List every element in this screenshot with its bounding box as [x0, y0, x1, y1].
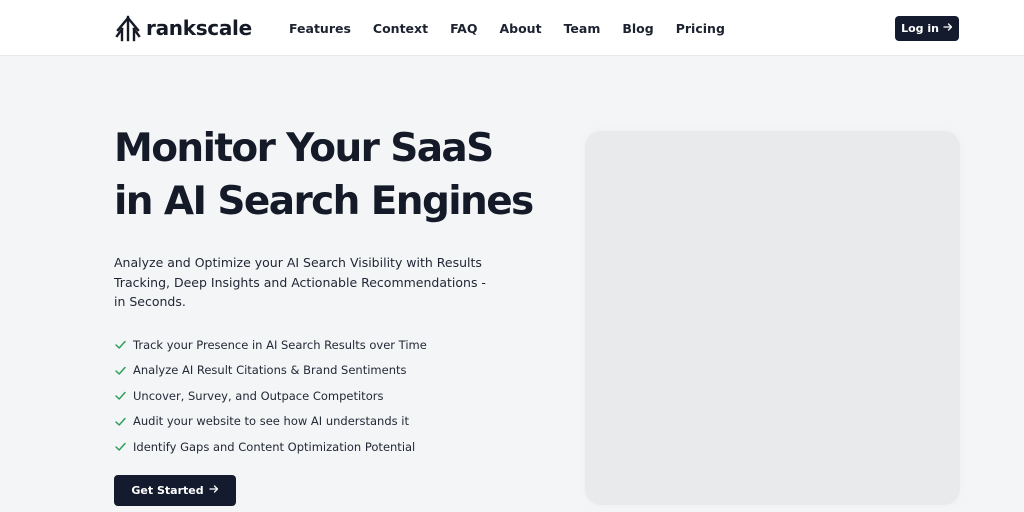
feature-text: Identify Gaps and Content Optimization P… — [133, 439, 416, 454]
arrow-right-icon — [943, 22, 953, 35]
feature-item: Analyze AI Result Citations & Brand Sent… — [114, 358, 427, 384]
hero-title: Monitor Your SaaS in AI Search Engines — [114, 122, 554, 228]
login-button[interactable]: Log in — [895, 16, 959, 41]
feature-item: Uncover, Survey, and Outpace Competitors — [114, 383, 427, 409]
nav-link-about[interactable]: About — [499, 21, 541, 36]
nav-link-pricing[interactable]: Pricing — [676, 21, 725, 36]
feature-text: Uncover, Survey, and Outpace Competitors — [133, 388, 384, 403]
login-button-label: Log in — [901, 22, 939, 35]
hero-title-line-1: Monitor Your SaaS — [114, 126, 494, 171]
nav-link-blog[interactable]: Blog — [622, 21, 653, 36]
feature-item: Identify Gaps and Content Optimization P… — [114, 434, 427, 460]
nav-link-context[interactable]: Context — [373, 21, 428, 36]
feature-text: Analyze AI Result Citations & Brand Sent… — [133, 363, 407, 378]
hero-media-placeholder — [585, 131, 960, 505]
nav-link-faq[interactable]: FAQ — [450, 21, 477, 36]
brand-logo[interactable]: rankscale — [114, 14, 252, 42]
feature-list: Track your Presence in AI Search Results… — [114, 332, 427, 460]
check-icon — [115, 366, 126, 375]
top-nav-bar: rankscale Features Context FAQ About Tea… — [0, 0, 1024, 56]
feature-text: Track your Presence in AI Search Results… — [133, 337, 427, 352]
feature-text: Audit your website to see how AI underst… — [133, 414, 409, 429]
check-icon — [115, 341, 126, 349]
brand-name: rankscale — [146, 16, 252, 40]
check-icon — [115, 392, 126, 400]
get-started-label: Get Started — [131, 484, 204, 497]
feature-item: Track your Presence in AI Search Results… — [114, 332, 427, 358]
arrow-right-icon — [208, 484, 219, 497]
main-nav: Features Context FAQ About Team Blog Pri… — [289, 19, 725, 37]
hero-subtitle: Analyze and Optimize your AI Search Visi… — [114, 255, 486, 309]
feature-item: Audit your website to see how AI underst… — [114, 409, 427, 435]
hero-title-line-2: in AI Search Engines — [114, 179, 534, 224]
check-icon — [115, 417, 126, 426]
tree-arrows-logo-icon — [114, 14, 142, 42]
check-icon — [115, 443, 126, 451]
nav-link-team[interactable]: Team — [564, 21, 601, 36]
get-started-button[interactable]: Get Started — [114, 475, 236, 506]
nav-link-features[interactable]: Features — [289, 21, 351, 36]
